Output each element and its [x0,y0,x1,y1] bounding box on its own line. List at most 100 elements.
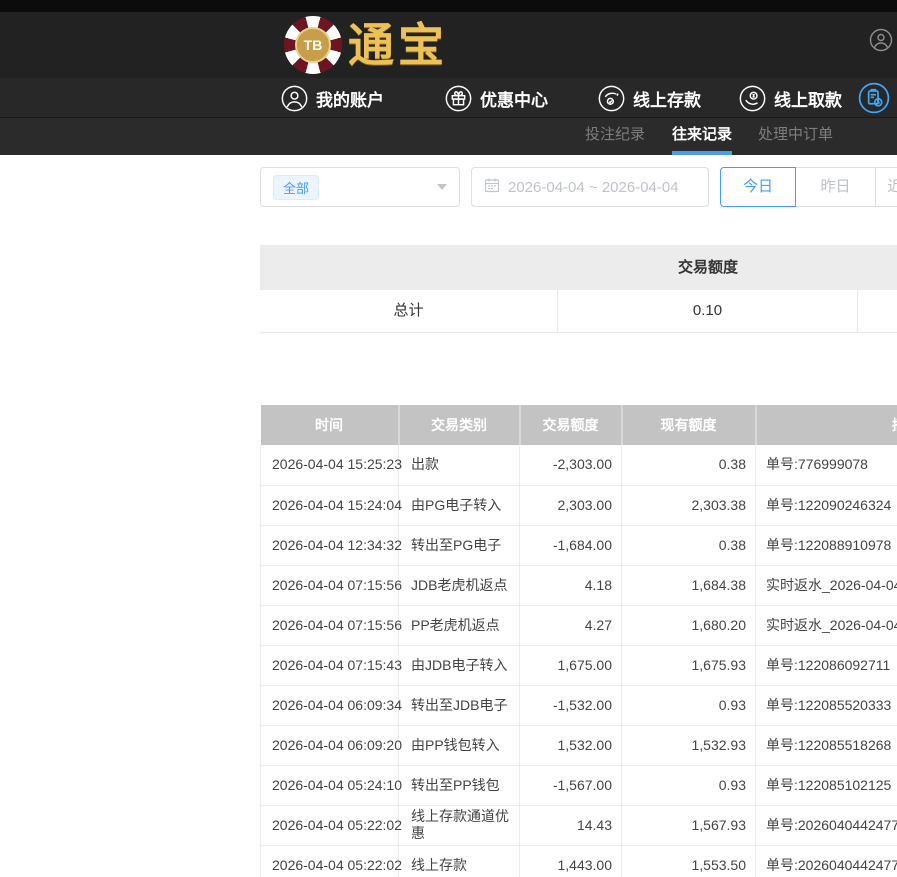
summary-total-row: 总计 0.10 [260,290,897,333]
cell-type: 由JDB电子转入 [399,645,520,685]
cell-time: 2026-04-04 15:25:23 [261,445,399,485]
table-row: 2026-04-04 05:24:10 转出至PP钱包 -1,567.00 0.… [261,765,897,805]
nav-my-account[interactable]: 我的账户 [281,78,384,118]
cell-time: 2026-04-04 06:09:34 [261,685,399,725]
cell-balance: 1,553.50 [622,845,756,877]
brand-name: 通宝 [348,15,448,75]
nav-label: 优惠中心 [480,86,548,111]
withdraw-icon [739,85,766,112]
cell-time: 2026-04-04 05:24:10 [261,765,399,805]
table-row: 2026-04-04 06:09:34 转出至JDB电子 -1,532.00 0… [261,685,897,725]
nav-label: 线上取款 [774,86,842,111]
poker-chip-icon: TB [284,16,342,74]
transactions-tbody: 2026-04-04 15:25:23 出款 -2,303.00 0.38 单号… [261,445,897,877]
cell-balance: 0.93 [622,685,756,725]
cell-memo: 单号:776999078 [756,445,897,485]
cell-balance: 1,675.93 [622,645,756,685]
cell-amount: 1,532.00 [520,725,622,765]
cell-memo: 单号:202604044247797 [756,845,897,877]
cell-memo: 单号:122085520333 [756,685,897,725]
cell-time: 2026-04-04 07:15:56 [261,565,399,605]
nav-deposit[interactable]: 线上存款 [598,78,701,118]
cell-memo: 实时返水_2026-04-04 [756,605,897,645]
tab-label: 投注纪录 [585,126,645,143]
date-range-value: 2026-04-04 ~ 2026-04-04 [508,179,679,196]
chip-label: TB [295,27,331,63]
cell-type: 线上存款 [399,845,520,877]
cell-time: 2026-04-04 12:34:32 [261,525,399,565]
cell-amount: -1,532.00 [520,685,622,725]
cell-memo: 单号:122090246324 [756,485,897,525]
last7days-button[interactable]: 近7日 [876,167,897,207]
cell-type: 转出至PG电子 [399,525,520,565]
gift-icon [445,85,472,112]
cell-amount: -2,303.00 [520,445,622,485]
cell-amount: 2,303.00 [520,485,622,525]
tab-label: 往来记录 [672,126,732,143]
cell-amount: 1,675.00 [520,645,622,685]
cell-amount: 4.18 [520,565,622,605]
account-icon[interactable] [869,28,893,57]
col-header-balance: 现有额度 [622,405,756,445]
tab-transfer-records[interactable]: 往来记录 [672,118,732,155]
nav-transaction-records[interactable] [858,78,897,118]
cell-balance: 1,680.20 [622,605,756,645]
record-tabs: 投注纪录 往来记录 处理中订单 [0,118,897,155]
cell-type: 由PG电子转入 [399,485,520,525]
deposit-icon [598,85,625,112]
yesterday-button[interactable]: 昨日 [796,167,876,207]
cell-type: 由PP钱包转入 [399,725,520,765]
tab-pending-orders[interactable]: 处理中订单 [758,118,833,155]
col-header-type: 交易类别 [399,405,520,445]
cell-type: 出款 [399,445,520,485]
summary-total-label: 总计 [260,290,558,332]
cell-amount: 14.43 [520,805,622,845]
cell-balance: 2,303.38 [622,485,756,525]
summary-header-row: 交易额度 [260,245,897,290]
transactions-table: 时间 交易类别 交易额度 现有额度 摘要 2026-04-04 15:25:23… [260,405,897,877]
cell-time: 2026-04-04 05:22:02 [261,805,399,845]
table-row: 2026-04-04 12:34:32 转出至PG电子 -1,684.00 0.… [261,525,897,565]
cell-type: 转出至JDB电子 [399,685,520,725]
cell-amount: 1,443.00 [520,845,622,877]
today-button[interactable]: 今日 [720,167,796,207]
summary-table: 交易额度 总计 0.10 [260,245,897,333]
table-row: 2026-04-04 07:15:56 JDB老虎机返点 4.18 1,684.… [261,565,897,605]
top-strip [0,0,897,12]
nav-promotions[interactable]: 优惠中心 [445,78,548,118]
tab-bet-records[interactable]: 投注纪录 [585,118,645,155]
cell-memo: 实时返水_2026-04-04 [756,565,897,605]
tab-label: 处理中订单 [758,126,833,143]
summary-header-empty [260,245,558,290]
cell-time: 2026-04-04 07:15:43 [261,645,399,685]
type-select[interactable]: 全部 [260,167,460,207]
col-header-memo: 摘要 [756,405,897,445]
summary-empty-cell [858,290,897,332]
cell-balance: 0.93 [622,765,756,805]
table-row: 2026-04-04 15:25:23 出款 -2,303.00 0.38 单号… [261,445,897,485]
main-nav: 我的账户 优惠中心 线上存款 [0,78,897,118]
selected-type-tag[interactable]: 全部 [273,175,319,200]
user-icon [281,85,308,112]
cell-balance: 0.38 [622,525,756,565]
cell-time: 2026-04-04 06:09:20 [261,725,399,765]
cell-memo: 单号:122088910978 [756,525,897,565]
brand-logo[interactable]: TB 通宝 [284,15,448,75]
table-row: 2026-04-04 06:09:20 由PP钱包转入 1,532.00 1,5… [261,725,897,765]
nav-label: 我的账户 [316,86,384,111]
cell-type: JDB老虎机返点 [399,565,520,605]
col-header-amount: 交易额度 [520,405,622,445]
table-row: 2026-04-04 15:24:04 由PG电子转入 2,303.00 2,3… [261,485,897,525]
summary-header-amount: 交易额度 [558,245,858,290]
cell-amount: -1,684.00 [520,525,622,565]
cell-type: 转出至PP钱包 [399,765,520,805]
cell-time: 2026-04-04 07:15:56 [261,605,399,645]
col-header-time: 时间 [261,405,399,445]
table-row: 2026-04-04 07:15:43 由JDB电子转入 1,675.00 1,… [261,645,897,685]
date-range-input[interactable]: 2026-04-04 ~ 2026-04-04 [471,167,709,207]
table-header-row: 时间 交易类别 交易额度 现有额度 摘要 [261,405,897,445]
quick-date-buttons: 今日 昨日 近7日 [720,167,897,207]
nav-withdraw[interactable]: 线上取款 [739,78,842,118]
cell-amount: -1,567.00 [520,765,622,805]
table-row: 2026-04-04 05:22:02 线上存款通道优惠 14.43 1,567… [261,805,897,845]
